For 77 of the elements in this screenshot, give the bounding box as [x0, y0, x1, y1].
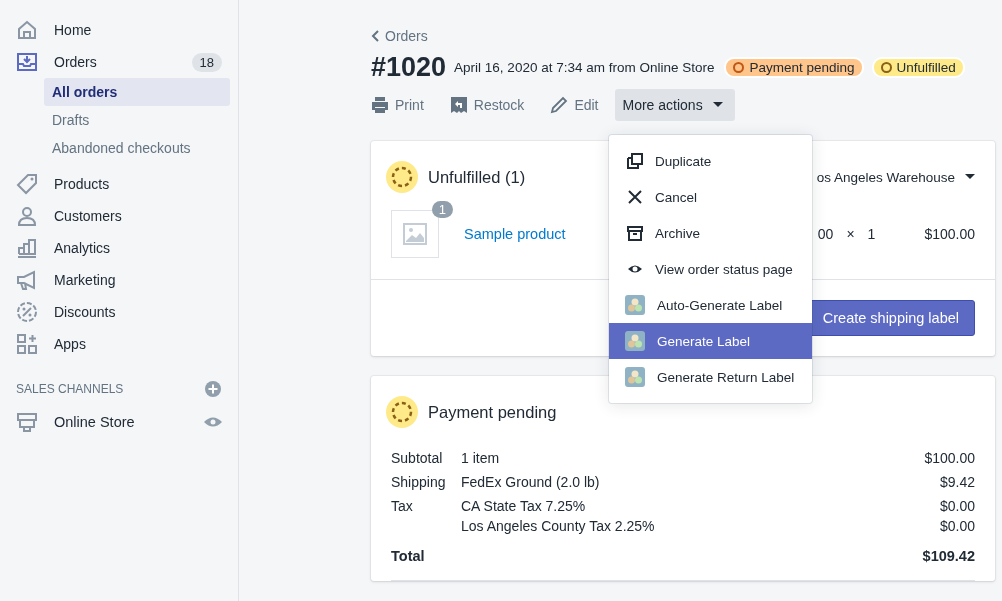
- channel-item[interactable]: Online Store: [8, 406, 230, 438]
- nav-item[interactable]: Customers: [8, 200, 230, 232]
- action-button[interactable]: Restock: [449, 96, 525, 114]
- card-title: Payment pending: [428, 402, 558, 422]
- row-amount: $100.00: [923, 450, 975, 466]
- action-button[interactable]: Edit: [550, 96, 599, 114]
- row-label: Subtotal: [391, 450, 444, 466]
- pencil-icon: [550, 96, 569, 114]
- chevron-left-icon: [371, 30, 379, 42]
- add-icon[interactable]: [204, 380, 222, 398]
- store-icon: [16, 411, 38, 433]
- row-detail: FedEx Ground (2.0 lb): [461, 474, 601, 490]
- menu-item[interactable]: Generate Return Label: [609, 359, 812, 395]
- status-icon: [386, 161, 418, 193]
- nav-item[interactable]: Products: [8, 168, 230, 200]
- app-icon: [625, 331, 645, 351]
- nav-icon: [16, 51, 38, 73]
- order-meta: April 16, 2020 at 7:34 am from Online Store: [454, 60, 715, 75]
- menu-item[interactable]: View order status page: [609, 251, 812, 287]
- section-title: SALES CHANNELS: [16, 382, 124, 396]
- menu-item[interactable]: Cancel: [609, 179, 812, 215]
- more-actions-button[interactable]: More actions: [614, 89, 735, 121]
- status-badge: Unfulfilled: [871, 57, 965, 78]
- receipt-icon: [449, 96, 468, 114]
- close-icon: [627, 189, 643, 205]
- status-icon: [386, 396, 418, 428]
- action-button[interactable]: Print: [371, 96, 424, 114]
- nav-icon: [16, 173, 38, 195]
- nav-icon: [16, 269, 38, 291]
- nav-item[interactable]: Analytics: [8, 232, 230, 264]
- menu-item[interactable]: Archive: [609, 215, 812, 251]
- nav-icon: [16, 333, 38, 355]
- row-amount: $0.00: [938, 498, 975, 514]
- app-icon: [625, 367, 645, 387]
- row-detail: CA State Tax 7.25%: [461, 498, 587, 514]
- nav-item[interactable]: Home: [8, 14, 230, 46]
- quantity: 1: [867, 226, 876, 242]
- total-amount: $109.42: [922, 548, 975, 564]
- menu-item[interactable]: Duplicate: [609, 143, 812, 179]
- nav-icon: [16, 205, 38, 227]
- status-badge: Payment pending: [724, 57, 864, 78]
- archive-icon: [627, 225, 643, 241]
- order-number: #1020: [371, 52, 447, 83]
- row-label: Tax: [391, 498, 414, 514]
- nav-icon: [16, 19, 38, 41]
- caret-icon: [965, 174, 975, 180]
- row-amount: $9.42: [938, 474, 975, 490]
- total-label: Total: [391, 548, 426, 564]
- unit-price: 00: [817, 226, 834, 242]
- product-link[interactable]: Sample product: [464, 226, 566, 242]
- nav-item[interactable]: Marketing: [8, 264, 230, 296]
- app-icon: [625, 295, 645, 315]
- row-label: Shipping: [391, 474, 447, 490]
- caret-icon: [712, 102, 723, 108]
- nav-item[interactable]: Orders 18: [8, 46, 230, 78]
- nav-icon: [16, 237, 38, 259]
- location-dropdown[interactable]: os Angeles Warehouse: [816, 169, 975, 185]
- nav-subitem[interactable]: All orders: [44, 78, 230, 106]
- printer-icon: [371, 96, 389, 114]
- nav-icon: [16, 301, 38, 323]
- row-amount: $0.00: [938, 518, 975, 534]
- menu-item[interactable]: Generate Label: [609, 323, 812, 359]
- eye-icon[interactable]: [204, 416, 222, 428]
- nav-subitem[interactable]: Drafts: [44, 106, 230, 134]
- back-link[interactable]: Orders: [371, 26, 1002, 46]
- image-icon: [403, 223, 427, 245]
- quantity-badge: 1: [431, 201, 453, 218]
- count-badge: 18: [191, 52, 222, 72]
- line-total: $100.00: [924, 226, 975, 242]
- nav-item[interactable]: Discounts: [8, 296, 230, 328]
- nav-item[interactable]: Apps: [8, 328, 230, 360]
- row-detail: Los Angeles County Tax 2.25%: [461, 518, 656, 534]
- nav-subitem[interactable]: Abandoned checkouts: [44, 134, 230, 162]
- card-title: Unfulfilled (1): [428, 167, 527, 187]
- row-detail: 1 item: [461, 450, 501, 466]
- copy-icon: [627, 153, 643, 169]
- times-sign: ×: [846, 226, 855, 242]
